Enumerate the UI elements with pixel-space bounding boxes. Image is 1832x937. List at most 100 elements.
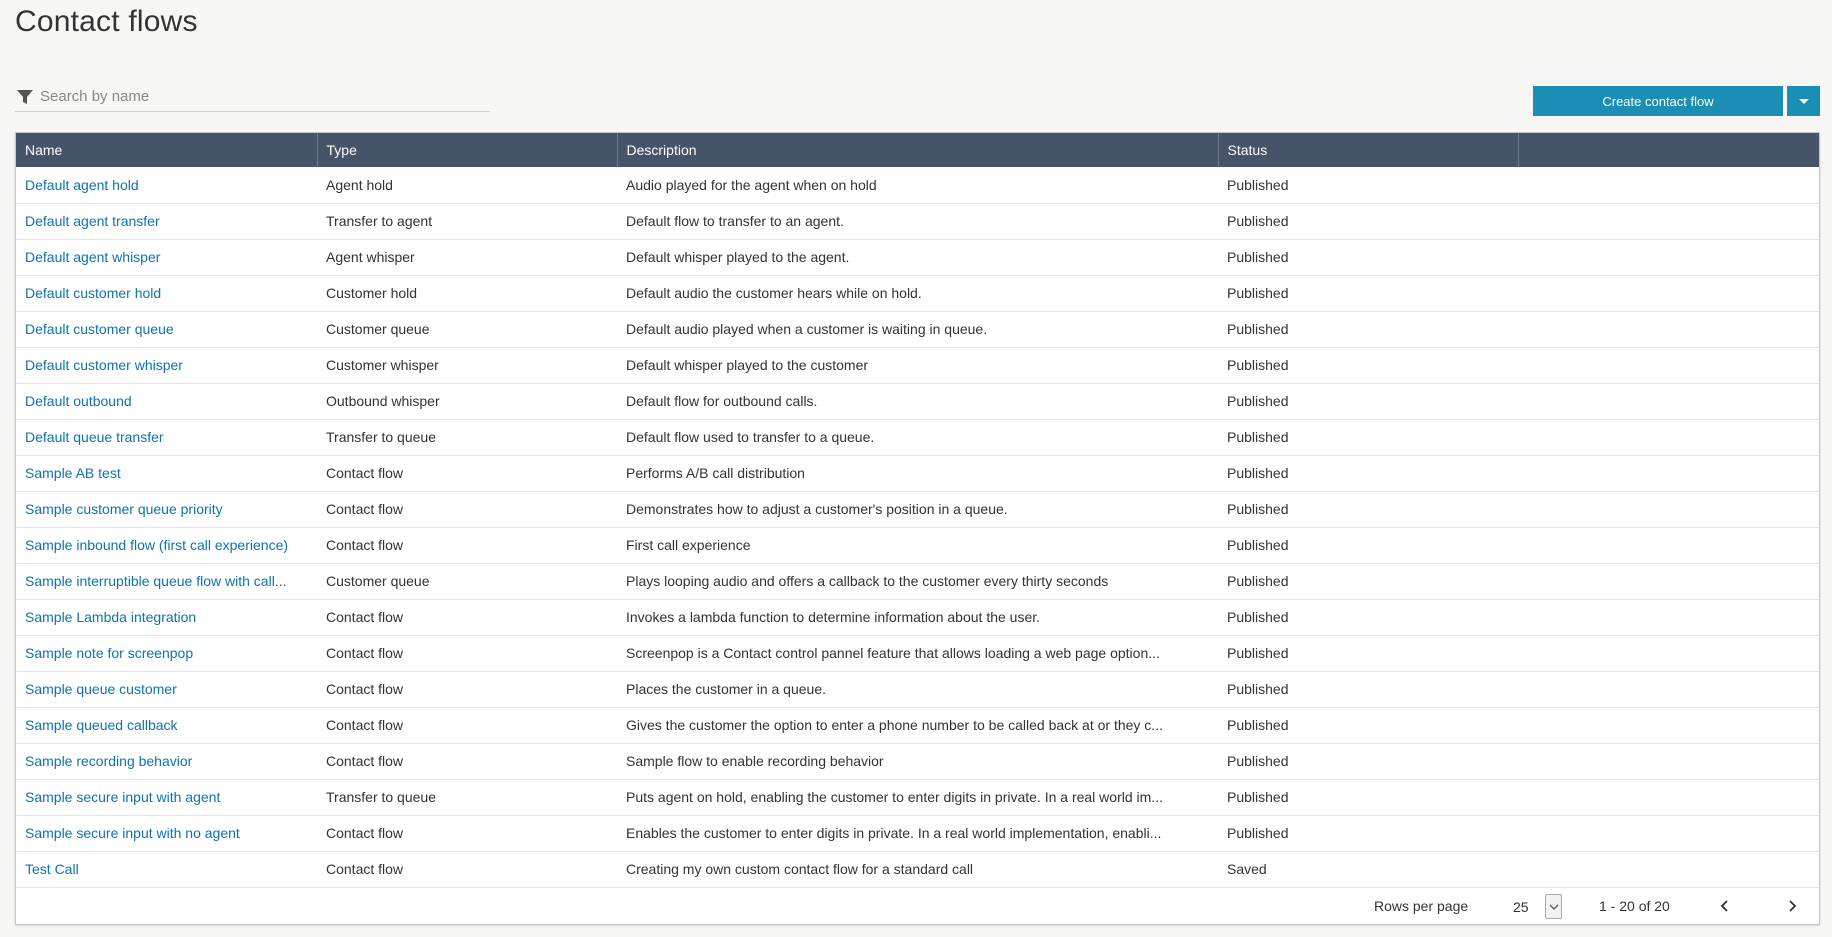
table-row[interactable]: Sample recording behavior Contact flow Sam… (16, 743, 1819, 779)
empty-cell (1518, 491, 1819, 527)
flow-name-link[interactable]: Default customer queue (16, 311, 317, 347)
create-contact-flow-button[interactable]: Create contact flow (1533, 86, 1783, 116)
flow-status-cell: Published (1227, 285, 1289, 301)
table-row[interactable]: Default agent hold Agent hold Audio played… (16, 167, 1819, 203)
column-header-type[interactable]: Type (317, 133, 618, 167)
table-row[interactable]: Default agent whisper Agent whisper Defaul… (16, 239, 1819, 275)
rows-per-page-select[interactable] (1545, 894, 1562, 919)
flow-description-cell: Demonstrates how to adjust a customer's … (626, 501, 1008, 517)
empty-cell (1518, 275, 1819, 311)
previous-page-button[interactable] (1715, 896, 1735, 916)
flow-description-cell: Default flow to transfer to an agent. (626, 213, 844, 229)
empty-cell (1518, 815, 1819, 851)
table-row[interactable]: Default customer hold Customer hold Defaul… (16, 275, 1819, 311)
flow-name-link[interactable]: Sample queue customer (16, 671, 317, 707)
table-row[interactable]: Sample AB test Contact flow Performs A/B c… (16, 455, 1819, 491)
table-row[interactable]: Default customer queue Customer queue Defa… (16, 311, 1819, 347)
caret-down-icon (1798, 98, 1809, 104)
flow-type-cell: Agent whisper (326, 249, 415, 265)
flow-name-link[interactable]: Default customer whisper (16, 347, 317, 383)
table-row[interactable]: Sample note for screenpop Contact flow Scr… (16, 635, 1819, 671)
flow-type-cell: Transfer to queue (326, 429, 436, 445)
table-row[interactable]: Default outbound Outbound whisper Default … (16, 383, 1819, 419)
table-footer: Rows per page 25 1 - 20 of 20 (16, 888, 1819, 924)
empty-cell (1518, 527, 1819, 563)
next-page-button[interactable] (1782, 896, 1802, 916)
table-row[interactable]: Default queue transfer Transfer to queue D… (16, 419, 1819, 455)
flow-description-cell: Puts agent on hold, enabling the custome… (626, 789, 1163, 805)
flow-name-link[interactable]: Sample recording behavior (16, 743, 317, 779)
flow-description-cell: Default flow used to transfer to a queue… (626, 429, 875, 445)
flow-name-link[interactable]: Sample customer queue priority (16, 491, 317, 527)
flow-name-link[interactable]: Default agent transfer (16, 203, 317, 239)
flow-type-cell: Agent hold (326, 176, 393, 193)
chevron-left-icon (1720, 900, 1728, 912)
flow-type-cell: Transfer to agent (326, 213, 433, 229)
flow-name-link[interactable]: Sample secure input with no agent (16, 815, 317, 851)
table-row[interactable]: Sample secure input with no agent Contact… (16, 815, 1819, 851)
flow-name-link[interactable]: Default agent hold (16, 167, 317, 203)
flow-name-link[interactable]: Default agent whisper (16, 239, 317, 275)
search-input[interactable] (40, 88, 460, 105)
flow-status-cell: Published (1227, 357, 1289, 373)
flow-name-link[interactable]: Sample queued callback (16, 707, 317, 743)
rows-per-page-label: Rows per page (1374, 898, 1469, 914)
flow-name-link[interactable]: Sample AB test (16, 455, 317, 491)
search-bar (15, 82, 490, 112)
table-row[interactable]: Sample queue customer Contact flow Places … (16, 671, 1819, 707)
chevron-right-icon (1789, 900, 1797, 912)
flow-name-link[interactable]: Sample Lambda integration (16, 599, 317, 635)
flow-status-cell: Published (1227, 825, 1289, 841)
flow-status-cell: Published (1227, 176, 1289, 193)
column-header-description[interactable]: Description (617, 133, 1219, 167)
flow-status-cell: Published (1227, 501, 1289, 517)
column-header-status[interactable]: Status (1218, 133, 1519, 167)
chevron-down-icon (1549, 904, 1558, 910)
pagination-range: 1 - 20 of 20 (1599, 898, 1670, 914)
rows-per-page-value[interactable]: 25 (1513, 899, 1529, 915)
flow-status-cell: Published (1227, 753, 1289, 769)
flow-name-link[interactable]: Sample secure input with agent (16, 779, 317, 815)
column-header-extra (1518, 133, 1819, 167)
flow-status-cell: Published (1227, 645, 1289, 661)
flow-description-cell: Default whisper played to the customer (626, 357, 869, 373)
table-row[interactable]: Sample inbound flow (first call experien… (16, 527, 1819, 563)
flow-name-link[interactable]: Default customer hold (16, 275, 317, 311)
empty-cell (1518, 203, 1819, 239)
empty-cell (1518, 311, 1819, 347)
column-header-name[interactable]: Name (16, 133, 318, 167)
flow-name-link[interactable]: Default queue transfer (16, 419, 317, 455)
create-dropdown-button[interactable] (1787, 86, 1820, 116)
flow-description-cell: Sample flow to enable recording behavior (626, 753, 884, 769)
flow-status-cell: Published (1227, 213, 1289, 229)
table-row[interactable]: Sample customer queue priority Contact fl… (16, 491, 1819, 527)
flow-name-link[interactable]: Sample interruptible queue flow with cal… (16, 563, 317, 599)
flow-name-link[interactable]: Default outbound (16, 383, 317, 419)
table-row[interactable]: Sample queued callback Contact flow Gives … (16, 707, 1819, 743)
flow-name-link[interactable]: Sample inbound flow (first call experien… (16, 527, 317, 563)
flow-description-cell: Gives the customer the option to enter a… (626, 717, 1163, 733)
empty-cell (1518, 779, 1819, 815)
table-row[interactable]: Sample Lambda integration Contact flow Inv… (16, 599, 1819, 635)
flow-status-cell: Published (1227, 465, 1289, 481)
flow-type-cell: Customer queue (326, 573, 430, 589)
flow-type-cell: Contact flow (326, 609, 404, 625)
table-row[interactable]: Sample secure input with agent Transfer t… (16, 779, 1819, 815)
flow-status-cell: Published (1227, 789, 1289, 805)
flow-status-cell: Published (1227, 429, 1289, 445)
table-row[interactable]: Default agent transfer Transfer to agent D… (16, 203, 1819, 239)
contact-flows-page: Contact flows Create contact flow Name T… (0, 0, 1832, 937)
empty-cell (1518, 239, 1819, 275)
table-row[interactable]: Test Call Contact flow Creating my own cus… (16, 851, 1819, 887)
flow-status-cell: Saved (1227, 861, 1267, 877)
empty-cell (1518, 635, 1819, 671)
flow-type-cell: Contact flow (326, 825, 404, 841)
empty-cell (1518, 347, 1819, 383)
flow-description-cell: Default audio the customer hears while o… (626, 285, 922, 301)
contact-flows-table: Name Type Description Status Default age… (15, 132, 1820, 925)
flow-name-link[interactable]: Test Call (16, 851, 317, 887)
flow-type-cell: Contact flow (326, 861, 404, 877)
flow-name-link[interactable]: Sample note for screenpop (16, 635, 317, 671)
table-row[interactable]: Sample interruptible queue flow with cal… (16, 563, 1819, 599)
table-row[interactable]: Default customer whisper Customer whisper… (16, 347, 1819, 383)
